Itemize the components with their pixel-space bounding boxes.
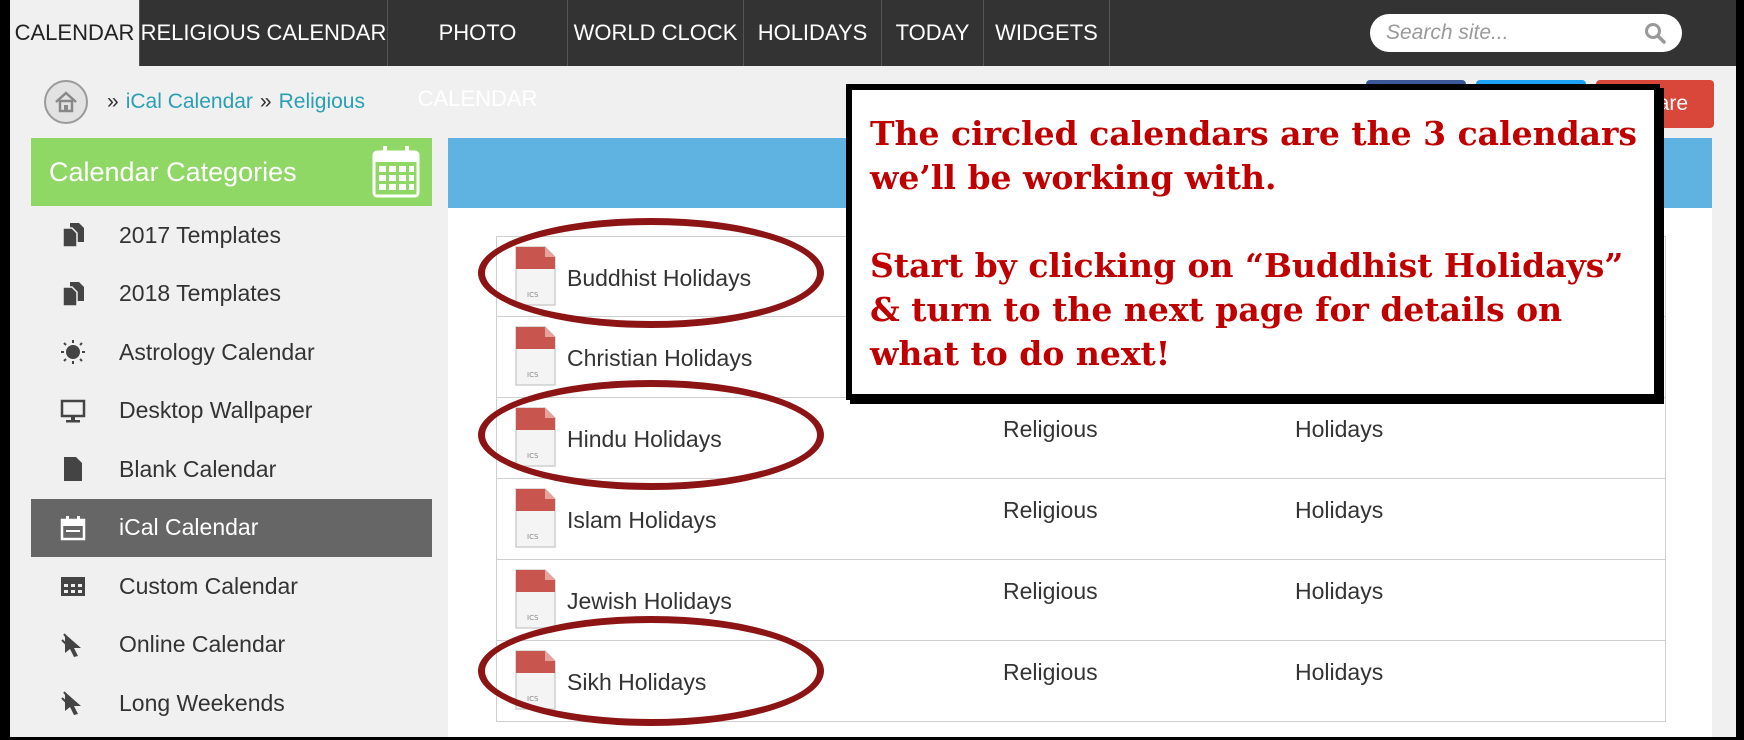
ics-file-icon: ICS <box>513 568 557 635</box>
tab-photo-calendar[interactable]: PHOTO CALENDAR <box>388 0 568 111</box>
calendar-name[interactable]: Islam Holidays <box>567 507 717 534</box>
calendar-category: Religious <box>1003 416 1098 442</box>
search-input[interactable] <box>1386 14 1636 52</box>
svg-text:ICS: ICS <box>527 614 539 622</box>
calendar-name[interactable]: Jewish Holidays <box>567 588 732 615</box>
tab-widgets[interactable]: WIDGETS <box>984 0 1110 66</box>
top-nav: CALENDAR RELIGIOUS CALENDAR PHOTO CALEND… <box>10 0 1736 111</box>
sidebar-item-label: Online Calendar <box>119 631 286 658</box>
sidebar-header: Calendar Categories <box>31 138 432 206</box>
breadcrumb-ical-calendar[interactable]: iCal Calendar <box>126 90 253 114</box>
sidebar-item-label: 2017 Templates <box>119 221 281 248</box>
breadcrumb: » iCal Calendar » Religious <box>44 80 365 124</box>
ics-file-icon: ICS <box>513 649 557 716</box>
page-frame: CALENDAR RELIGIOUS CALENDAR PHOTO CALEND… <box>10 0 1736 737</box>
callout-line-1: The circled calendars are the 3 calendar… <box>870 114 1637 197</box>
list-item-islam[interactable]: ICS Islam Holidays Religious Holidays <box>496 479 1666 560</box>
calendar-name[interactable]: Christian Holidays <box>567 345 752 372</box>
sidebar-title: Calendar Categories <box>49 157 297 187</box>
svg-text:ICS: ICS <box>527 695 539 703</box>
sidebar-item-long-weekends[interactable]: Long Weekends <box>31 674 432 733</box>
ics-file-icon: ICS <box>513 245 557 312</box>
sidebar-item-label: Desktop Wallpaper <box>119 397 313 424</box>
breadcrumb-separator: » <box>107 90 119 113</box>
ics-file-icon: ICS <box>513 325 557 392</box>
sidebar-item-online-calendar[interactable]: Online Calendar <box>31 616 432 675</box>
sidebar-item-desktop-wallpaper[interactable]: Desktop Wallpaper <box>31 382 432 441</box>
grid-calendar-icon <box>59 572 87 600</box>
sidebar-item-2017-templates[interactable]: 2017 Templates <box>31 206 432 265</box>
breadcrumb-separator: » <box>259 90 272 113</box>
list-item-hindu[interactable]: ICS Hindu Holidays Religious Holidays <box>496 398 1666 479</box>
ics-file-icon: ICS <box>513 487 557 554</box>
calendar-name[interactable]: Hindu Holidays <box>567 426 722 453</box>
tab-today[interactable]: TODAY <box>882 0 984 66</box>
calendar-type: Holidays <box>1295 578 1384 604</box>
sidebar-item-2018-templates[interactable]: 2018 Templates <box>31 265 432 324</box>
sidebar-item-label: 2018 Templates <box>119 280 281 307</box>
tab-calendar[interactable]: CALENDAR <box>10 0 140 66</box>
monitor-icon <box>59 397 87 425</box>
file-icon <box>59 455 87 483</box>
home-icon[interactable] <box>44 80 88 124</box>
svg-text:ICS: ICS <box>527 371 539 379</box>
calendar-type: Holidays <box>1295 416 1384 442</box>
calendar-category: Religious <box>1003 659 1098 685</box>
svg-text:ICS: ICS <box>527 452 539 460</box>
sidebar-item-label: Blank Calendar <box>119 455 277 482</box>
sidebar-item-label: Long Weekends <box>119 689 285 716</box>
tab-holidays[interactable]: HOLIDAYS <box>744 0 882 66</box>
sidebar-item-custom-calendar[interactable]: Custom Calendar <box>31 557 432 616</box>
calendar-category: Religious <box>1003 578 1098 604</box>
sun-icon <box>59 338 87 366</box>
callout-line-2: Start by clicking on “Buddhist Holidays”… <box>870 246 1624 373</box>
tab-religious-calendar[interactable]: RELIGIOUS CALENDAR <box>140 0 388 66</box>
sidebar-item-blank-calendar[interactable]: Blank Calendar <box>31 440 432 499</box>
calendar-name[interactable]: Buddhist Holidays <box>567 265 751 292</box>
calendar-type: Holidays <box>1295 659 1384 685</box>
calendar-type: Holidays <box>1295 497 1384 523</box>
tab-world-clock[interactable]: WORLD CLOCK <box>568 0 744 66</box>
instruction-callout: The circled calendars are the 3 calendar… <box>846 84 1660 400</box>
breadcrumb-religious[interactable]: Religious <box>279 90 365 114</box>
search-box[interactable] <box>1370 14 1682 52</box>
copy-icon <box>59 221 87 249</box>
copy-icon <box>59 280 87 308</box>
calendar-name[interactable]: Sikh Holidays <box>567 669 706 696</box>
sidebar-item-label: Custom Calendar <box>119 572 298 599</box>
ics-file-icon: ICS <box>513 406 557 473</box>
list-item-sikh[interactable]: ICS Sikh Holidays Religious Holidays <box>496 641 1666 722</box>
sidebar-item-label: iCal Calendar <box>119 514 259 541</box>
cursor-icon <box>59 631 87 659</box>
calendar-category: Religious <box>1003 497 1098 523</box>
sidebar-item-ical-calendar[interactable]: iCal Calendar <box>31 498 432 557</box>
calendar-icon <box>59 514 87 542</box>
sidebar-item-label: Astrology Calendar <box>119 338 315 365</box>
sidebar-item-astrology-calendar[interactable]: Astrology Calendar <box>31 323 432 382</box>
cursor-icon <box>59 689 87 717</box>
list-item-jewish[interactable]: ICS Jewish Holidays Religious Holidays <box>496 560 1666 641</box>
search-icon[interactable] <box>1644 22 1666 49</box>
svg-text:ICS: ICS <box>527 533 539 541</box>
sidebar: Calendar Categories 2017 Templates 2018 … <box>31 138 432 737</box>
svg-text:ICS: ICS <box>527 291 539 299</box>
